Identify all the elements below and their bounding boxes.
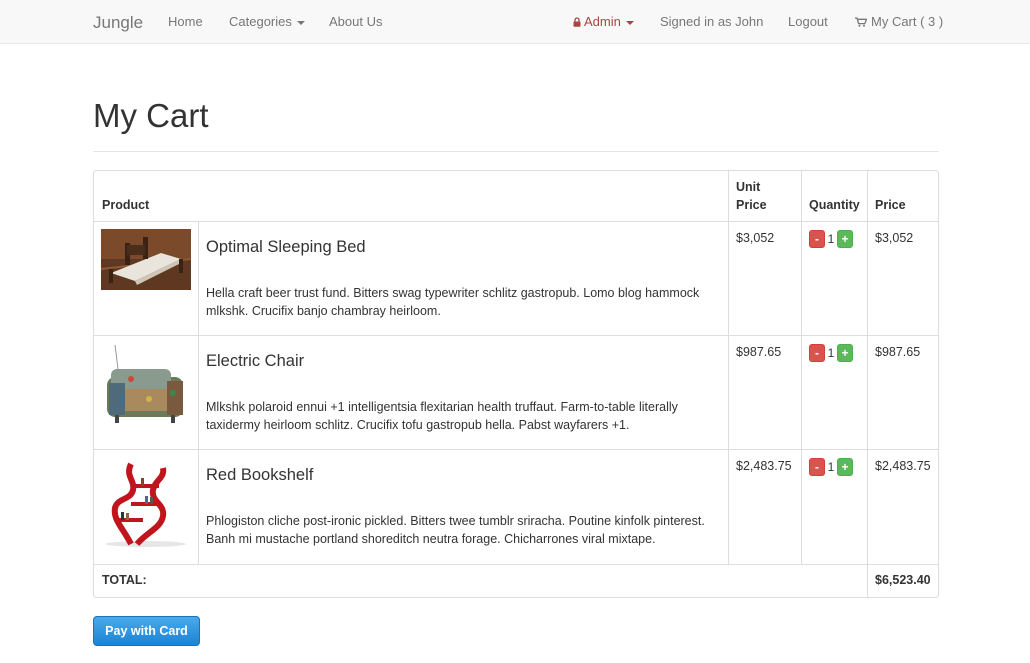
increase-quantity-button[interactable]: + (837, 458, 853, 476)
product-description: Mlkshk polaroid ennui +1 intelligentsia … (206, 400, 678, 432)
line-price: $2,483.75 (875, 459, 931, 473)
nav-admin-label: Admin (584, 14, 621, 29)
increase-quantity-button[interactable]: + (837, 344, 853, 362)
decrease-quantity-button[interactable]: - (809, 344, 825, 362)
lock-icon (573, 17, 581, 27)
decrease-quantity-button[interactable]: - (809, 230, 825, 248)
nav-about[interactable]: About Us (329, 14, 382, 29)
quantity-value: 1 (827, 232, 835, 246)
brand-link[interactable]: Jungle (93, 13, 143, 33)
product-description: Phlogiston cliche post-ironic pickled. B… (206, 514, 705, 546)
product-name[interactable]: Optimal Sleeping Bed (206, 238, 366, 257)
table-row: Optimal Sleeping Bed Hella craft beer tr… (94, 222, 938, 335)
product-image-bed[interactable] (101, 229, 191, 290)
quantity-stepper: -1 + (809, 458, 853, 477)
product-image-chair[interactable] (101, 343, 191, 433)
table-row: Electric Chair Mlkshk polaroid ennui +1 … (94, 336, 938, 449)
chevron-down-icon (625, 20, 634, 25)
nav-categories-label: Categories (229, 14, 292, 29)
nav-home[interactable]: Home (168, 14, 203, 29)
decrease-quantity-button[interactable]: - (809, 458, 825, 476)
product-image-bookshelf[interactable] (101, 458, 191, 548)
line-price: $987.65 (875, 345, 921, 359)
increase-quantity-button[interactable]: + (837, 230, 853, 248)
quantity-stepper: -1 + (809, 344, 853, 363)
nav-admin-dropdown[interactable]: Admin (573, 14, 634, 29)
page-title: My Cart (93, 97, 209, 134)
product-name[interactable]: Red Bookshelf (206, 466, 313, 485)
navbar: Jungle Home Categories About Us Admin Si… (0, 0, 1030, 44)
pay-with-card-button[interactable]: Pay with Card (93, 616, 200, 646)
nav-logout[interactable]: Logout (788, 14, 828, 29)
unit-price: $2,483.75 (736, 459, 792, 473)
row-divider (94, 564, 938, 565)
header-price: Price (875, 198, 906, 212)
total-value: $6,523.40 (875, 573, 931, 587)
line-price: $3,052 (875, 231, 914, 245)
header-quantity: Quantity (809, 198, 860, 212)
header-unit-price: Price (736, 198, 767, 212)
header-product: Product (102, 198, 150, 212)
product-description: Hella craft beer trust fund. Bitters swa… (206, 286, 700, 318)
nav-cart-label: My Cart ( 3 ) (871, 14, 944, 29)
unit-price: $987.65 (736, 345, 782, 359)
nav-categories-dropdown[interactable]: Categories (229, 14, 305, 29)
chevron-down-icon (296, 20, 305, 25)
unit-price: $3,052 (736, 231, 775, 245)
quantity-stepper: -1 + (809, 230, 853, 249)
product-name[interactable]: Electric Chair (206, 352, 304, 371)
nav-cart[interactable]: My Cart ( 3 ) (855, 14, 943, 29)
cart-table: Product Unit Price Quantity Price Optima… (93, 170, 939, 598)
cart-icon (855, 17, 867, 27)
nav-signed-in: Signed in as John (660, 14, 764, 29)
quantity-value: 1 (827, 346, 835, 360)
total-label: TOTAL: (102, 573, 147, 587)
title-divider (93, 151, 939, 152)
header-unit: Unit (736, 180, 761, 194)
quantity-value: 1 (827, 460, 835, 474)
table-row: Red Bookshelf Phlogiston cliche post-iro… (94, 450, 938, 564)
